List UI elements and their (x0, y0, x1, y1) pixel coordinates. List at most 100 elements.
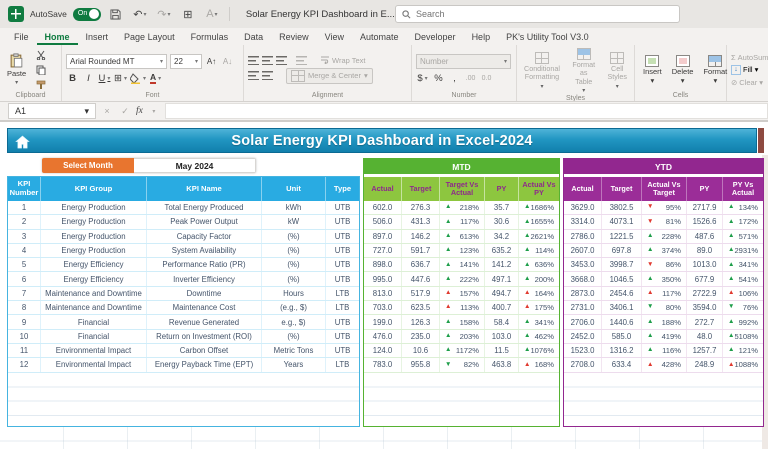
variance-value: 1088% (734, 360, 759, 370)
orientation-icon[interactable] (296, 55, 307, 65)
borders-button[interactable]: ⊞ ▾ (114, 72, 127, 86)
menu-item-insert[interactable]: Insert (78, 28, 117, 45)
cell: 2452.0 (564, 329, 602, 343)
accounting-format-button[interactable]: $ ▾ (416, 72, 429, 86)
format-painter-button[interactable] (33, 78, 48, 91)
variance-value: 571% (738, 231, 758, 241)
font-size-select[interactable]: 22 ▾ (170, 53, 202, 69)
menu-item-file[interactable]: File (6, 28, 37, 45)
table-quick-icon[interactable]: ⊞ (179, 5, 197, 23)
cell: 727.0 (364, 243, 402, 258)
cell: 591.7 (402, 243, 440, 258)
variance-value: 1655% (530, 217, 555, 227)
name-box[interactable]: A1 ▾ (8, 103, 96, 119)
menu-item-developer[interactable]: Developer (407, 28, 464, 45)
align-middle-icon[interactable] (262, 55, 273, 65)
info-table-body: 1 Energy Production Total Energy Produced k… (8, 201, 359, 373)
ytd-header-5: PY Vs Actual (723, 177, 763, 201)
insert-function-button[interactable]: fx (136, 106, 143, 116)
menu-item-formulas[interactable]: Formulas (183, 28, 237, 45)
menu-item-help[interactable]: Help (464, 28, 499, 45)
cell: 635.2 (485, 243, 519, 258)
wrap-text-button[interactable]: Wrap Text (320, 56, 366, 65)
cell: (%) (262, 329, 326, 343)
cell: 146.2 (402, 229, 440, 243)
cell: 2607.0 (564, 243, 602, 258)
menu-item-view[interactable]: View (317, 28, 352, 45)
search-box[interactable] (395, 5, 680, 23)
variance-cell: ▲ 116% (642, 343, 687, 358)
menu-item-data[interactable]: Data (236, 28, 271, 45)
triangle-up-icon: ▲ (445, 346, 452, 354)
mtd-empty-rows (364, 372, 559, 426)
table-row: 476.0 235.0 ▲ 203% 103.0 ▲ 462% (364, 329, 559, 344)
triangle-up-icon: ▲ (524, 317, 531, 325)
cell: 2706.0 (564, 315, 602, 329)
format-as-table-button[interactable]: Format as Table ▾ (569, 48, 598, 94)
variance-cell: ▲ 350% (642, 272, 687, 286)
autosum-button[interactable]: ΣAutoSum▾ (731, 53, 768, 62)
variance-cell: ▲ 1088% (723, 358, 763, 371)
grow-font-button[interactable]: A↑ (205, 54, 218, 68)
menu-item-home[interactable]: Home (37, 28, 78, 45)
bold-button[interactable]: B (66, 72, 79, 86)
triangle-up-icon: ▲ (647, 332, 654, 340)
cell: 3314.0 (564, 215, 602, 229)
font-color-button[interactable]: A ▾ (149, 72, 162, 86)
cell: 3998.7 (602, 258, 642, 272)
cell: Energy Production (41, 243, 147, 258)
selected-month-value[interactable]: May 2024 (134, 158, 256, 173)
align-top-icon[interactable] (248, 55, 259, 65)
paste-button[interactable]: Paste ▾ (4, 53, 29, 86)
autosave-toggle[interactable]: On (72, 7, 101, 21)
cell-styles-button[interactable]: Cell Styles ▾ (604, 52, 630, 90)
menu-item-review[interactable]: Review (271, 28, 317, 45)
menu-item-page-layout[interactable]: Page Layout (116, 28, 183, 45)
cell: 5 (8, 258, 41, 272)
cut-button[interactable] (33, 48, 48, 61)
align-center-icon[interactable] (262, 71, 273, 80)
search-input[interactable] (416, 9, 673, 19)
font-color-quick-icon[interactable]: A ▾ (203, 5, 221, 23)
shrink-font-button[interactable]: A↓ (221, 54, 234, 68)
merge-center-button[interactable]: Merge & Center ▾ (286, 67, 373, 84)
copy-button[interactable] (33, 63, 48, 76)
month-selector[interactable]: Select Month May 2024 (42, 158, 256, 173)
menu-item-automate[interactable]: Automate (352, 28, 407, 45)
decrease-decimal-button[interactable]: 0.0 (480, 72, 493, 86)
increase-decimal-button[interactable]: .00 (464, 72, 477, 86)
variance-cell: ▲ 113% (440, 301, 485, 315)
align-left-icon[interactable] (248, 71, 259, 80)
align-bottom-icon[interactable] (276, 55, 287, 65)
save-icon[interactable] (107, 5, 125, 23)
variance-cell: ▲ 1686% (519, 201, 559, 214)
worksheet: Solar Energy KPI Dashboard in Excel-2024… (0, 122, 768, 449)
home-icon[interactable] (13, 132, 32, 151)
insert-cells-button[interactable]: Insert ▾ (639, 54, 666, 85)
comma-style-button[interactable]: , (448, 72, 461, 86)
cell: 8 (8, 301, 41, 315)
number-format-select[interactable]: Number ▾ (416, 53, 511, 69)
cell: 48.0 (687, 329, 723, 343)
clear-button[interactable]: ⊘ Clear ▾ (731, 78, 768, 87)
fill-color-button[interactable]: ▾ (130, 72, 146, 86)
cancel-icon[interactable]: × (100, 106, 114, 116)
variance-cell: ▲ 1076% (519, 344, 559, 357)
menu-item-pk-s-utility-tool-v3-0[interactable]: PK's Utility Tool V3.0 (498, 28, 597, 45)
cell: 141.2 (485, 258, 519, 272)
formula-input[interactable] (164, 103, 768, 119)
percent-style-button[interactable]: % (432, 72, 445, 86)
conditional-formatting-button[interactable]: Conditional Formatting ▾ (521, 52, 563, 90)
fill-button[interactable]: ↓ Fill ▾ (731, 64, 768, 75)
redo-button[interactable]: ↷ ▾ (155, 5, 173, 23)
font-name-select[interactable]: Arial Rounded MT ▾ (66, 53, 167, 69)
underline-button[interactable]: U ▾ (98, 72, 111, 86)
italic-button[interactable]: I (82, 72, 95, 86)
cell: Maintenance and Downtime (41, 286, 147, 301)
cell: 34.2 (485, 229, 519, 243)
cell: e.g., $) (262, 315, 326, 329)
document-title[interactable]: Solar Energy KPI Dashboard in E... (246, 9, 395, 20)
enter-icon[interactable]: ✓ (118, 106, 132, 117)
undo-button[interactable]: ↶ ▾ (131, 5, 149, 23)
delete-cells-button[interactable]: Delete ▾ (668, 54, 698, 85)
